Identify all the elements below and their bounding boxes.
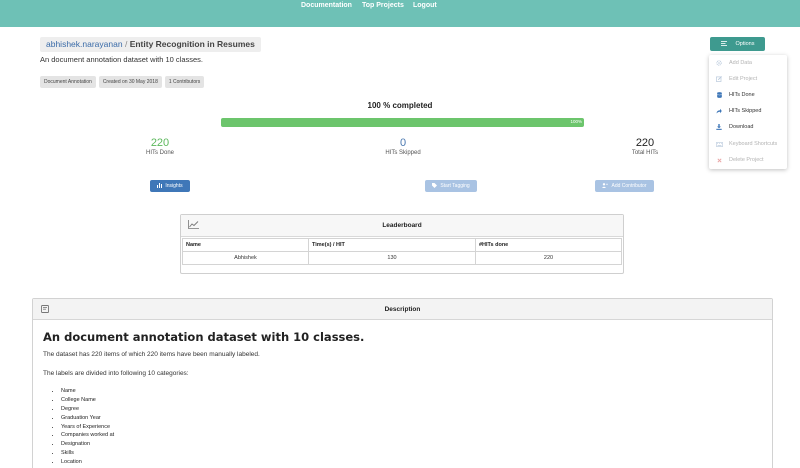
tag-icon bbox=[432, 182, 438, 190]
add-contributor-button-label: Add Contributor bbox=[611, 183, 647, 189]
tag-contributors: 1 Contributors bbox=[164, 76, 205, 88]
menu-item-label: Download bbox=[729, 124, 754, 130]
keyboard-icon bbox=[709, 141, 729, 147]
menu-item-keyboard-shortcuts[interactable]: Keyboard Shortcuts bbox=[709, 137, 787, 151]
progress-bar-text: 100% bbox=[570, 119, 582, 124]
stat-hits-skipped-label: HITs Skipped bbox=[385, 150, 421, 156]
tag-project-type: Document Annotation bbox=[40, 76, 96, 88]
description-categories-intro: The labels are divided into following 10… bbox=[43, 370, 189, 377]
menu-item-label: Edit Project bbox=[729, 76, 758, 82]
table-row: Abhishek 130 220 bbox=[182, 251, 622, 265]
breadcrumb: abhishek.narayanan / Entity Recognition … bbox=[40, 37, 261, 52]
menu-lines-icon bbox=[720, 40, 727, 48]
tag-created-date: Created on 30 May 2018 bbox=[98, 76, 162, 88]
col-header-time: Time(s) / HIT bbox=[308, 238, 476, 252]
menu-item-add-data[interactable]: Add Data bbox=[709, 56, 787, 70]
col-header-name: Name bbox=[182, 238, 309, 252]
options-dropdown-menu: Add Data Edit Project HITs Done HITs Ski… bbox=[709, 55, 787, 169]
leaderboard-table: Name Time(s) / HIT #HITs done Abhishek 1… bbox=[182, 238, 622, 265]
download-icon bbox=[709, 124, 729, 130]
insights-button[interactable]: Insights bbox=[150, 180, 190, 192]
share-icon bbox=[709, 108, 729, 114]
col-header-hits: #HITs done bbox=[475, 238, 622, 252]
menu-item-edit-project[interactable]: Edit Project bbox=[709, 72, 787, 86]
stat-hits-done-value: 220 bbox=[150, 137, 170, 149]
insights-button-label: Insights bbox=[165, 183, 183, 189]
description-title: Description bbox=[384, 306, 421, 313]
top-navbar: Documentation Top Projects Logout bbox=[0, 0, 800, 27]
nav-documentation-link[interactable]: Documentation bbox=[301, 2, 352, 9]
bar-chart-icon bbox=[157, 182, 163, 190]
leaderboard-panel: Leaderboard Name Time(s) / HIT #HITs don… bbox=[180, 214, 624, 274]
description-summary: The dataset has 220 items of which 220 i… bbox=[43, 351, 260, 358]
list-item: Years of Experience bbox=[61, 423, 114, 432]
description-heading: An document annotation dataset with 10 c… bbox=[43, 330, 365, 344]
database-icon bbox=[709, 92, 729, 98]
breadcrumb-project-name: Entity Recognition in Resumes bbox=[129, 39, 255, 49]
list-item: Name bbox=[61, 387, 114, 396]
options-button-label: Options bbox=[735, 41, 755, 47]
stat-hits-done-label: HITs Done bbox=[145, 150, 174, 156]
nav-top-projects-link[interactable]: Top Projects bbox=[362, 2, 404, 9]
add-user-icon bbox=[602, 182, 609, 190]
menu-item-hits-skipped[interactable]: HITs Skipped bbox=[709, 104, 787, 118]
progress-bar: 100% bbox=[221, 118, 584, 127]
project-subtitle: An document annotation dataset with 10 c… bbox=[40, 55, 204, 64]
stat-hits-done: 220 HITs Done bbox=[140, 137, 180, 156]
leaderboard-header-row: Name Time(s) / HIT #HITs done bbox=[182, 238, 622, 252]
progress-bar-fill bbox=[221, 118, 584, 127]
options-button[interactable]: Options bbox=[710, 37, 765, 51]
breadcrumb-separator: / bbox=[124, 39, 128, 49]
list-item: College Name bbox=[61, 396, 114, 405]
project-tags: Document Annotation Created on 30 May 20… bbox=[40, 76, 205, 88]
stat-hits-skipped: 0 HITs Skipped bbox=[378, 137, 428, 156]
category-list: Name College Name Degree Graduation Year… bbox=[52, 387, 114, 467]
start-tagging-button[interactable]: Start Tagging bbox=[425, 180, 477, 192]
menu-item-label: HITs Done bbox=[729, 92, 755, 98]
list-item: Designation bbox=[61, 440, 114, 449]
stat-total-hits-label: Total HITs bbox=[631, 150, 659, 156]
leaderboard-header: Leaderboard bbox=[181, 215, 623, 237]
cell-hits: 220 bbox=[475, 251, 622, 265]
cell-time: 130 bbox=[308, 251, 476, 265]
stat-total-hits: 220 Total HITs bbox=[625, 137, 665, 156]
add-contributor-button[interactable]: Add Contributor bbox=[595, 180, 654, 192]
menu-item-label: Keyboard Shortcuts bbox=[729, 141, 778, 147]
list-item: Degree bbox=[61, 405, 114, 414]
gear-icon bbox=[709, 60, 729, 66]
breadcrumb-user-link[interactable]: abhishek.narayanan bbox=[46, 39, 123, 49]
list-item: Graduation Year bbox=[61, 414, 114, 423]
list-item: Companies worked at bbox=[61, 431, 114, 440]
close-icon bbox=[709, 157, 729, 163]
menu-item-label: Add Data bbox=[729, 60, 752, 66]
progress-label: 100 % completed bbox=[367, 101, 433, 110]
edit-icon bbox=[709, 76, 729, 82]
cell-name: Abhishek bbox=[182, 251, 309, 265]
menu-item-hits-done[interactable]: HITs Done bbox=[709, 88, 787, 102]
stat-total-hits-value: 220 bbox=[635, 137, 655, 149]
list-item: Location bbox=[61, 458, 114, 467]
start-tagging-button-label: Start Tagging bbox=[440, 183, 470, 189]
menu-item-label: Delete Project bbox=[729, 157, 764, 163]
menu-item-download[interactable]: Download bbox=[709, 120, 787, 134]
description-header: Description bbox=[33, 299, 772, 320]
menu-item-delete-project[interactable]: Delete Project bbox=[709, 153, 787, 167]
leaderboard-title: Leaderboard bbox=[382, 222, 422, 229]
stat-hits-skipped-value: 0 bbox=[399, 137, 407, 149]
description-panel: Description An document annotation datas… bbox=[32, 298, 773, 468]
menu-item-label: HITs Skipped bbox=[729, 108, 762, 114]
nav-logout-link[interactable]: Logout bbox=[413, 2, 437, 9]
list-item: Skills bbox=[61, 449, 114, 458]
